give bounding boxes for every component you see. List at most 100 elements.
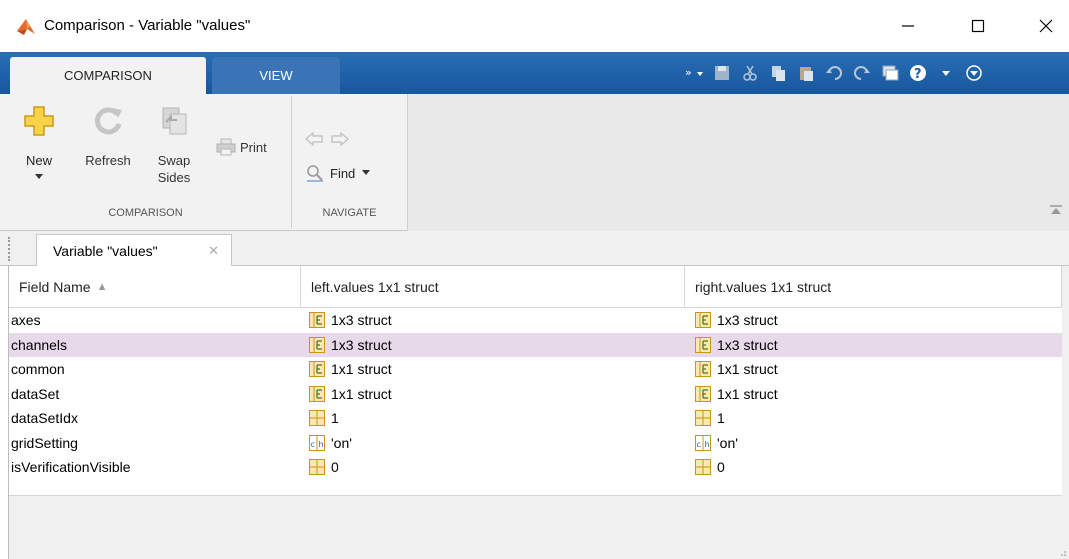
chevron-down-icon xyxy=(35,174,43,179)
right-value-cell: 0 xyxy=(685,455,1062,479)
column-header-left[interactable]: left.values 1x1 struct xyxy=(301,266,685,308)
redo-icon[interactable] xyxy=(850,61,874,85)
char-variable-icon: ch xyxy=(309,434,331,451)
table-row[interactable]: isVerificationVisible 0 0 xyxy=(9,455,1062,479)
quick-access-toolbar: » ? xyxy=(676,57,986,89)
field-name-cell: common xyxy=(11,361,65,377)
right-value-cell: 1x1 struct xyxy=(685,382,1062,406)
svg-text:»: » xyxy=(685,66,692,79)
ribbon-toolstrip: New Refresh Swap Sides Print COMPARISON xyxy=(0,94,1069,231)
swap-sides-button[interactable]: Swap Sides xyxy=(148,104,200,186)
numeric-variable-icon xyxy=(309,459,331,475)
paste-icon[interactable] xyxy=(794,61,818,85)
left-value-text: 1x1 struct xyxy=(331,385,392,402)
find-button[interactable]: Find xyxy=(306,164,402,182)
field-name-cell: dataSetIdx xyxy=(11,410,78,426)
left-value-cell: c h'on' xyxy=(309,431,685,455)
left-value-cell: 1x1 struct xyxy=(309,357,685,381)
left-value-cell: 1 xyxy=(309,406,685,430)
help-icon[interactable]: ? xyxy=(906,61,930,85)
field-name-cell: channels xyxy=(11,336,68,353)
table-header: Field Name ▲ left.values 1x1 struct righ… xyxy=(9,266,1062,308)
struct-variable-icon xyxy=(309,336,331,353)
minimize-icon xyxy=(902,25,914,27)
maximize-button[interactable] xyxy=(955,0,1001,52)
resize-grip-icon[interactable] xyxy=(1057,547,1067,557)
comparison-table: Field Name ▲ left.values 1x1 struct righ… xyxy=(9,266,1062,496)
plus-icon xyxy=(24,106,54,136)
column-header-field-name[interactable]: Field Name ▲ xyxy=(9,266,301,308)
search-icon xyxy=(307,165,323,182)
chevron-down-icon[interactable] xyxy=(934,61,958,85)
left-value-cell: 1x3 struct xyxy=(309,333,685,357)
svg-text:?: ? xyxy=(914,67,922,82)
copy-icon[interactable] xyxy=(766,61,790,85)
svg-text:h: h xyxy=(705,440,710,449)
svg-text:h: h xyxy=(319,440,324,449)
struct-variable-icon xyxy=(309,361,331,377)
right-value-text: 1 xyxy=(717,410,725,426)
field-name-cell: isVerificationVisible xyxy=(11,459,131,475)
collapse-toolstrip-icon[interactable] xyxy=(1049,204,1063,216)
right-value-cell: 1 xyxy=(685,406,1062,430)
struct-variable-icon xyxy=(695,361,717,377)
document-tab[interactable]: Variable "values" ✕ xyxy=(36,234,232,266)
table-row[interactable]: gridSetting c h'on' c h'on' xyxy=(9,431,1062,455)
minimize-button[interactable] xyxy=(885,0,931,52)
left-value-text: 1x3 struct xyxy=(331,312,392,328)
drag-handle[interactable] xyxy=(8,237,14,261)
right-value-cell: c h'on' xyxy=(685,431,1062,455)
struct-variable-icon xyxy=(695,312,717,328)
refresh-button[interactable]: Refresh xyxy=(76,104,140,169)
left-value-text: 1x3 struct xyxy=(331,336,392,353)
right-value-text: 1x1 struct xyxy=(717,361,778,377)
column-header-right[interactable]: right.values 1x1 struct xyxy=(685,266,1062,308)
table-row[interactable]: dataSetIdx 1 1 xyxy=(9,406,1062,430)
previous-difference-icon[interactable] xyxy=(304,132,324,146)
numeric-variable-icon xyxy=(309,410,331,426)
switch-windows-icon[interactable] xyxy=(878,61,902,85)
tab-view[interactable]: VIEW xyxy=(212,57,340,94)
table-row[interactable]: axes 1x3 struct 1x3 struct xyxy=(9,308,1062,332)
swap-sides-label-line1: Swap xyxy=(157,153,191,168)
left-value-cell: 1x3 struct xyxy=(309,308,685,332)
cut-icon[interactable] xyxy=(738,61,762,85)
left-value-text: 'on' xyxy=(331,434,352,451)
tab-comparison[interactable]: COMPARISON xyxy=(10,57,206,94)
field-name-cell: dataSet xyxy=(11,385,60,402)
toolstrip-overflow-icon[interactable]: » xyxy=(682,61,706,85)
struct-variable-icon xyxy=(695,336,717,353)
print-button[interactable]: Print xyxy=(216,138,282,156)
table-row[interactable]: dataSet 1x1 struct 1x1 struct xyxy=(9,382,1062,406)
save-icon[interactable] xyxy=(710,61,734,85)
numeric-variable-icon xyxy=(695,410,717,426)
chevron-down-icon xyxy=(362,170,371,175)
options-icon[interactable] xyxy=(962,61,986,85)
swap-icon xyxy=(162,107,187,135)
right-value-text: 1x3 struct xyxy=(717,312,778,328)
svg-text:c: c xyxy=(311,440,315,449)
refresh-icon xyxy=(94,107,122,135)
right-value-text: 1x3 struct xyxy=(717,336,778,353)
char-variable-icon: ch xyxy=(695,434,717,451)
printer-icon xyxy=(216,138,236,156)
close-tab-icon[interactable]: ✕ xyxy=(208,243,219,259)
field-name-cell: gridSetting xyxy=(11,434,78,451)
right-value-text: 1x1 struct xyxy=(717,385,778,402)
title-bar: Comparison - Variable "values" xyxy=(0,0,1069,52)
maximize-icon xyxy=(971,19,985,33)
toolstrip-empty-area xyxy=(407,94,1069,231)
refresh-button-label: Refresh xyxy=(85,153,131,168)
struct-variable-icon xyxy=(309,385,331,402)
struct-variable-icon xyxy=(309,312,331,328)
numeric-variable-icon xyxy=(695,459,717,475)
close-button[interactable] xyxy=(1023,0,1069,52)
find-button-label: Find xyxy=(330,165,356,181)
table-row[interactable]: common 1x1 struct 1x1 struct xyxy=(9,357,1062,381)
undo-icon[interactable] xyxy=(822,61,846,85)
left-value-text: 1x1 struct xyxy=(331,361,392,377)
new-button[interactable]: New xyxy=(14,104,64,181)
right-value-cell: 1x3 struct xyxy=(685,308,1062,332)
next-difference-icon[interactable] xyxy=(330,132,350,146)
table-row[interactable]: channels 1x3 struct 1x3 struct xyxy=(9,332,1062,357)
